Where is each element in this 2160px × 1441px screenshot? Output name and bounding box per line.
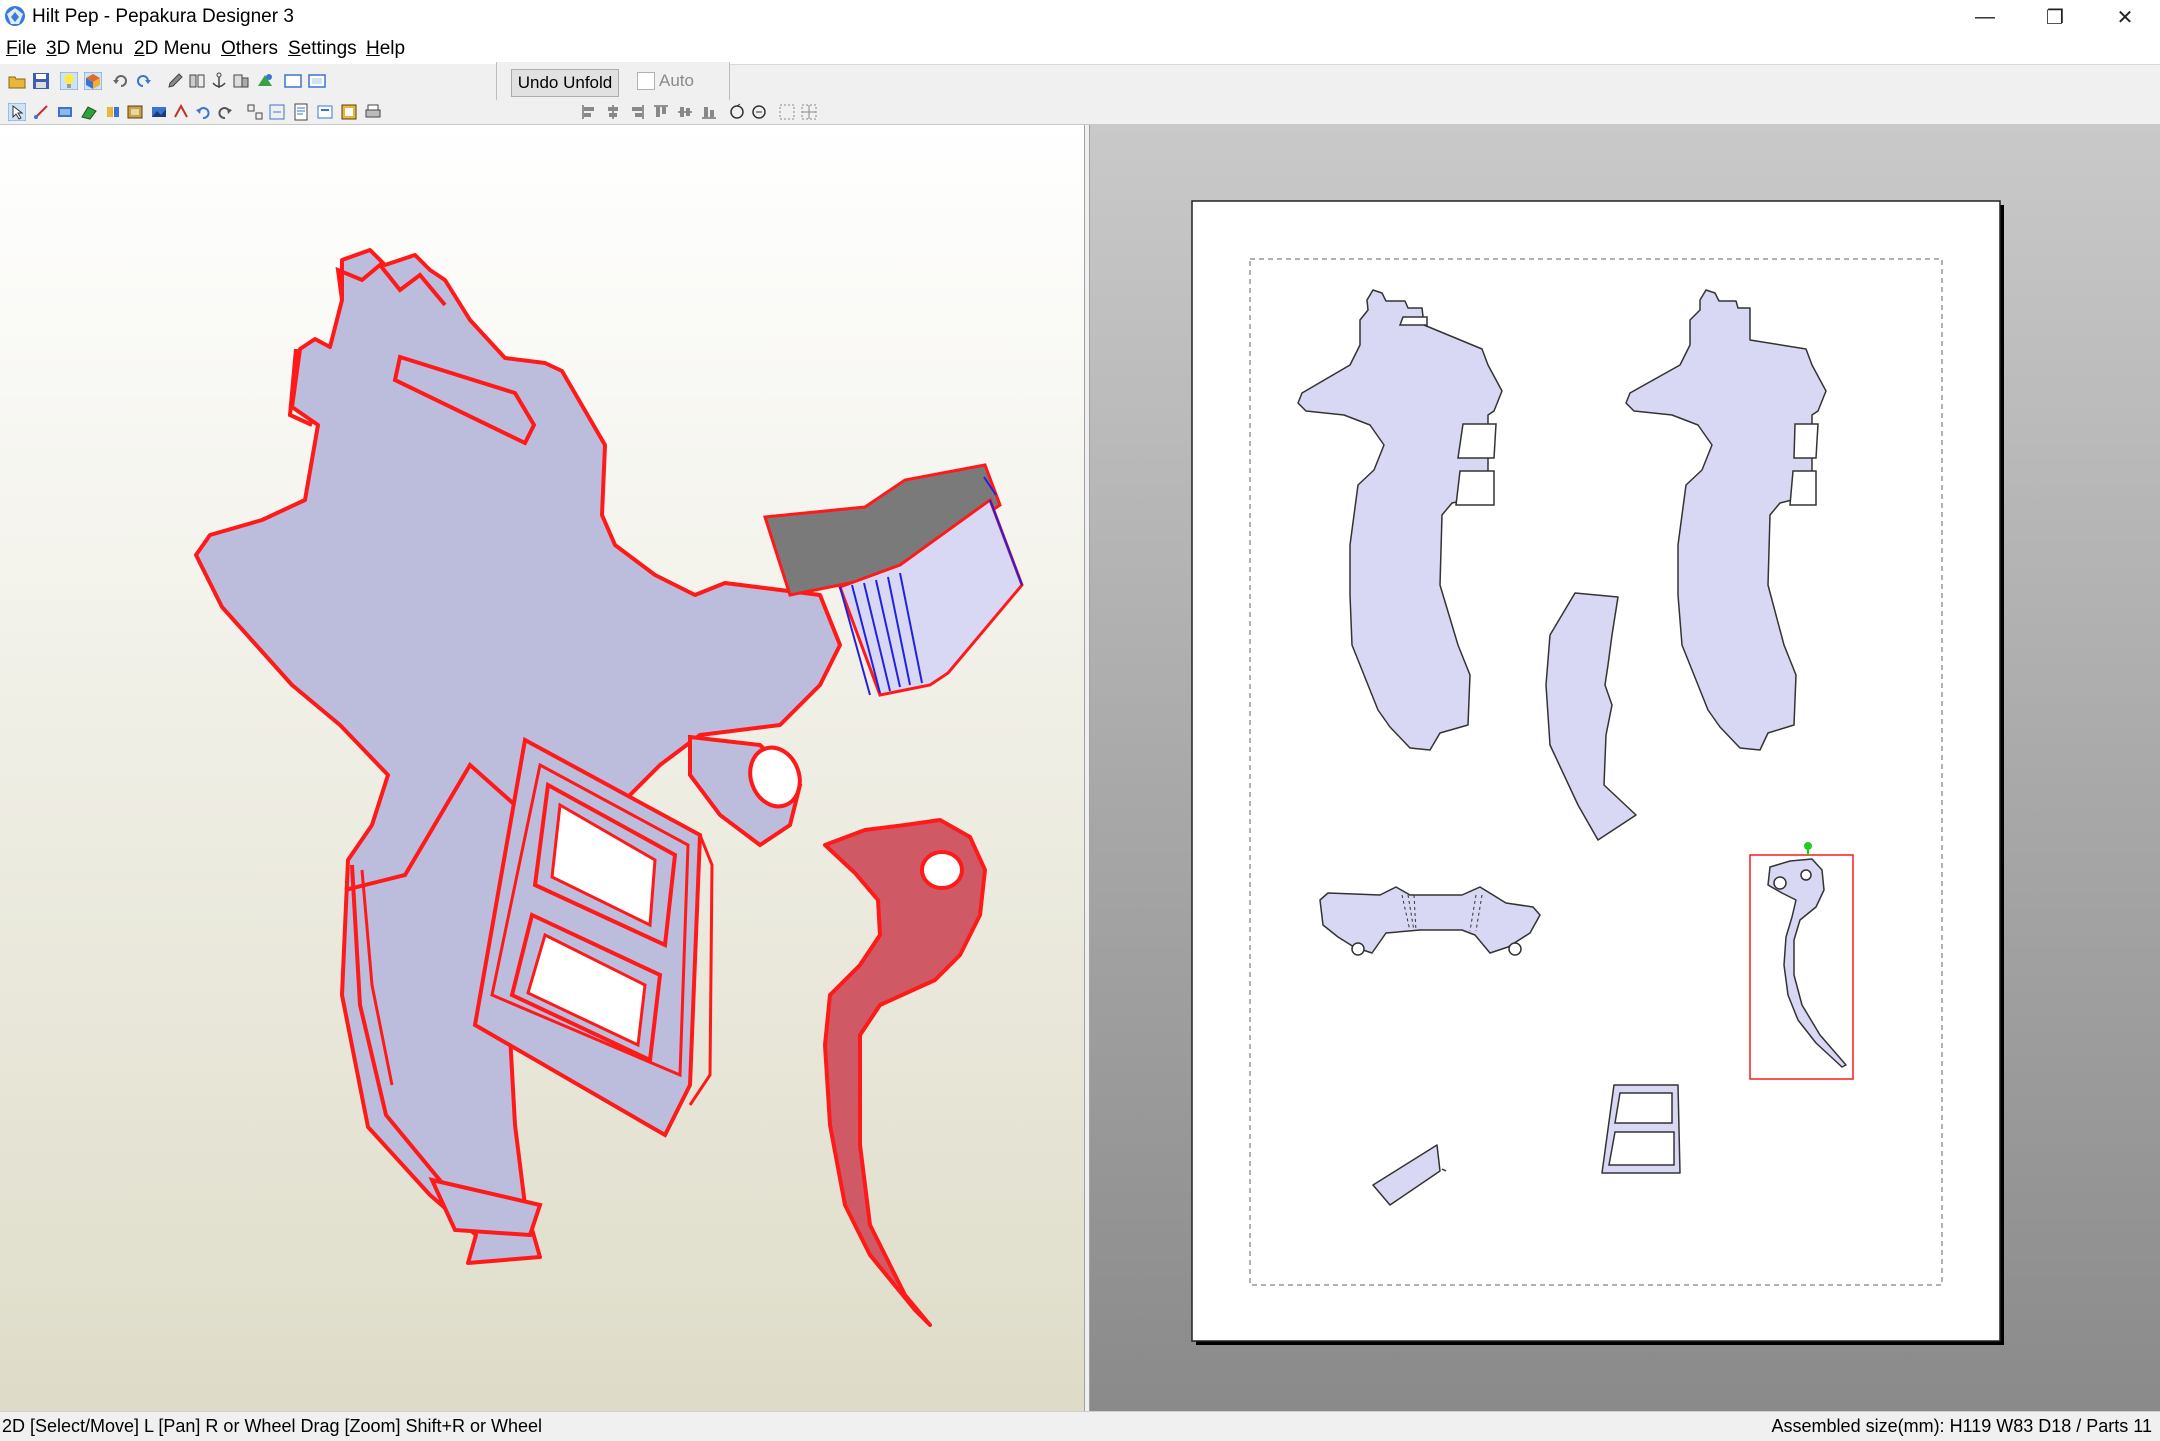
rotate-part-icon[interactable] [104,103,122,121]
grid-snap-icon[interactable] [778,103,796,121]
undo-icon[interactable] [194,103,212,121]
print-preview-icon[interactable] [316,103,334,121]
align-middle-icon[interactable] [676,103,694,121]
3d-model-canvas[interactable] [0,125,1084,1411]
dual-view-icon[interactable] [308,72,326,90]
unfold-panel: Undo Unfold Auto [496,62,730,100]
menu-settings[interactable]: Settings [288,38,357,60]
single-view-icon[interactable] [284,72,302,90]
status-bar: 2D [Select/Move] L [Pan] R or Wheel Drag… [0,1411,2160,1441]
secondary-toolbar [0,100,2160,125]
light-bulb-icon[interactable] [60,72,78,90]
undo-unfold-button[interactable]: Undo Unfold [511,69,619,97]
auto-label: Auto [659,71,694,90]
3d-view[interactable] [0,125,1085,1411]
join-faces-icon[interactable] [232,72,250,90]
part-tool-icon[interactable] [56,103,74,121]
redo-icon[interactable] [216,103,234,121]
align-top-icon[interactable] [652,103,670,121]
minimize-button[interactable]: — [1950,0,2020,34]
settings-dialog-icon[interactable] [340,103,358,121]
align-left-icon[interactable] [580,103,598,121]
menu-2d[interactable]: 2D Menu [134,38,211,60]
2d-pattern-canvas[interactable] [1090,125,2160,1411]
title-bar: Hilt Pep - Pepakura Designer 3 — ❐ ✕ [0,0,2160,34]
texture-cube-icon[interactable] [84,72,102,90]
arrange-icon[interactable] [268,103,286,121]
restore-button[interactable]: ❐ [2020,0,2090,34]
menu-help[interactable]: Help [366,38,405,60]
color-faces-icon[interactable] [256,72,274,90]
save-icon[interactable] [32,72,50,90]
align-bottom-icon[interactable] [700,103,718,121]
auto-checkbox[interactable] [637,72,655,90]
align-center-icon[interactable] [604,103,622,121]
flaps-icon[interactable] [80,103,98,121]
rotate-right-icon[interactable] [134,72,152,90]
rotate-180-icon[interactable] [750,103,768,121]
unfold-icon[interactable] [188,72,206,90]
page-icon[interactable] [292,103,310,121]
close-button[interactable]: ✕ [2090,0,2160,34]
fold-line-icon[interactable] [172,103,190,121]
tag-icon[interactable] [126,103,144,121]
edit-pencil-icon[interactable] [166,72,184,90]
menu-file[interactable]: File [6,38,37,60]
menu-bar: File 3D Menu 2D Menu Others Settings Hel… [0,34,2160,65]
window-title: Hilt Pep - Pepakura Designer 3 [32,6,294,27]
open-file-icon[interactable] [8,72,26,90]
pepakura-app-icon [5,6,25,26]
align-right-icon[interactable] [628,103,646,121]
print-icon[interactable] [364,103,382,121]
select-tool-icon[interactable] [8,103,26,121]
anchor-icon[interactable] [210,72,228,90]
edge-tool-icon[interactable] [32,103,50,121]
rotate-left-icon[interactable] [112,72,130,90]
main-toolbar [0,64,496,98]
menu-3d[interactable]: 3D Menu [46,38,123,60]
status-assembled-size: Assembled size(mm): H119 W83 D18 / Parts… [1771,1416,2152,1436]
grid-settings-icon[interactable] [800,103,818,121]
2d-view[interactable] [1090,125,2160,1411]
status-hint: 2D [Select/Move] L [Pan] R or Wheel Drag… [2,1416,543,1436]
3d-selected-trigger[interactable] [823,818,987,1327]
rotate-90-icon[interactable] [728,103,746,121]
layout-parts-icon[interactable] [246,103,264,121]
menu-others[interactable]: Others [221,38,278,60]
texture-icon[interactable] [150,103,168,121]
